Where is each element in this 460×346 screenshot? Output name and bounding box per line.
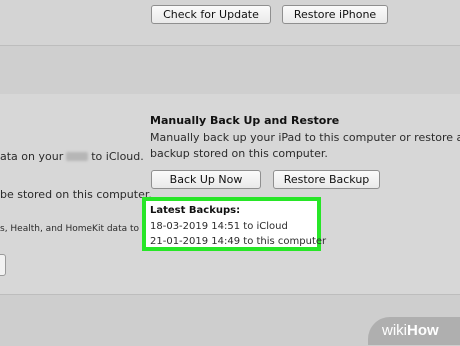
wikihow-watermark: wikiHow xyxy=(368,317,460,345)
restore-iphone-button[interactable]: Restore iPhone xyxy=(282,5,388,24)
watermark-part2: How xyxy=(407,322,439,339)
latest-backups-title: Latest Backups: xyxy=(150,205,241,216)
icloud-text-post: to iCloud. xyxy=(91,150,144,163)
separator-panel xyxy=(0,45,460,95)
change-password-button-edge[interactable] xyxy=(0,254,6,276)
encrypt-option-text: s, Health, and HomeKit data to be xyxy=(0,224,154,234)
latest-backup-computer: 21-01-2019 14:49 to this computer xyxy=(150,236,327,247)
manual-backup-title: Manually Back Up and Restore xyxy=(150,114,340,127)
restore-backup-button[interactable]: Restore Backup xyxy=(273,170,380,189)
icloud-option-text: ata on your to iCloud. xyxy=(0,150,144,163)
watermark-part1: wiki xyxy=(382,322,407,339)
manual-backup-description-2: backup stored on this computer. xyxy=(150,147,328,160)
this-computer-option-text: be stored on this computer. xyxy=(0,188,152,201)
icloud-text-pre: ata on your xyxy=(0,150,64,163)
check-for-update-button[interactable]: Check for Update xyxy=(151,5,271,24)
redacted-device-name xyxy=(66,152,89,161)
manual-backup-description-1: Manually back up your iPad to this compu… xyxy=(150,131,460,144)
back-up-now-button[interactable]: Back Up Now xyxy=(151,170,261,189)
latest-backup-icloud: 18-03-2019 14:51 to iCloud xyxy=(150,221,288,232)
